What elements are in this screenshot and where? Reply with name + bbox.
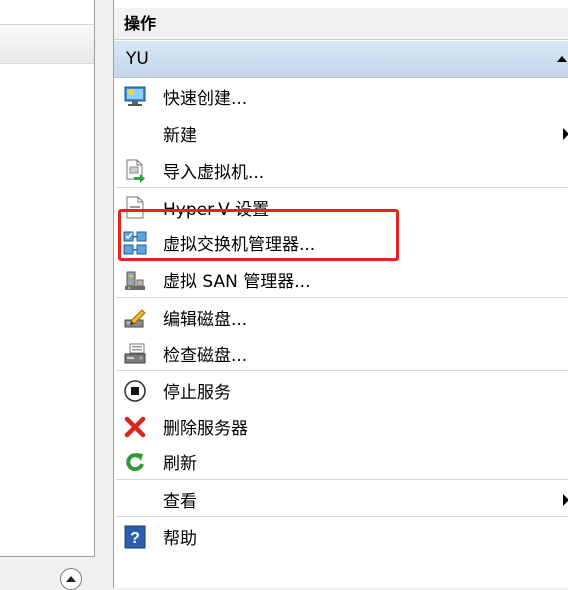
left-pane-header	[0, 24, 94, 64]
action-label: 编辑磁盘...	[163, 310, 248, 330]
separator	[116, 516, 568, 517]
scroll-up-button[interactable]	[60, 568, 82, 590]
actions-pane-title: 操作	[114, 8, 568, 40]
action-delete-server[interactable]: 删除服务器	[114, 408, 568, 445]
submenu-arrow-icon	[563, 494, 568, 506]
import-vm-icon	[122, 159, 148, 183]
delete-icon	[122, 415, 148, 439]
edit-disk-icon	[122, 306, 148, 330]
action-label: 新建	[163, 126, 197, 146]
action-stop-service[interactable]: 停止服务	[114, 372, 568, 409]
inspect-disk-icon	[122, 342, 148, 366]
action-import-vm[interactable]: 导入虚拟机...	[114, 152, 568, 189]
action-label: 刷新	[163, 454, 197, 474]
separator	[116, 187, 568, 188]
action-label: 虚拟 SAN 管理器...	[163, 272, 311, 292]
action-label: 检查磁盘...	[163, 346, 248, 366]
action-new[interactable]: 新建	[114, 115, 568, 152]
left-pane	[0, 0, 95, 557]
collapse-icon[interactable]	[557, 56, 567, 62]
action-label: 删除服务器	[163, 419, 248, 439]
quick-create-icon	[122, 85, 148, 109]
highlight-box	[118, 209, 399, 261]
action-label: 帮助	[163, 529, 197, 549]
server-name: YU	[126, 49, 149, 69]
separator	[116, 479, 568, 480]
action-inspect-disk[interactable]: 检查磁盘...	[114, 335, 568, 372]
action-label: 导入虚拟机...	[163, 163, 265, 183]
submenu-arrow-icon	[563, 128, 568, 140]
action-label: 停止服务	[163, 383, 231, 403]
action-label: 查看	[163, 492, 197, 512]
action-edit-disk[interactable]: 编辑磁盘...	[114, 299, 568, 336]
chevron-up-icon	[66, 576, 76, 582]
separator	[116, 297, 568, 298]
action-help[interactable]: ? 帮助	[114, 518, 568, 555]
refresh-icon	[122, 450, 148, 474]
separator	[116, 370, 568, 371]
stop-icon	[122, 379, 148, 403]
action-refresh[interactable]: 刷新	[114, 443, 568, 480]
server-group-header[interactable]: YU	[114, 41, 568, 78]
svg-text:?: ?	[130, 530, 140, 547]
action-quick-create[interactable]: 快速创建...	[114, 78, 568, 115]
action-view[interactable]: 查看	[114, 481, 568, 518]
actions-pane: 操作 YU 快速创建... 新建 导入虚拟机... Hyper-V 设置 虚拟交…	[113, 0, 568, 588]
help-icon: ?	[122, 525, 148, 549]
action-virtual-san-manager[interactable]: 虚拟 SAN 管理器...	[114, 261, 568, 298]
virtual-san-icon	[122, 268, 148, 292]
action-label: 快速创建...	[163, 89, 248, 109]
